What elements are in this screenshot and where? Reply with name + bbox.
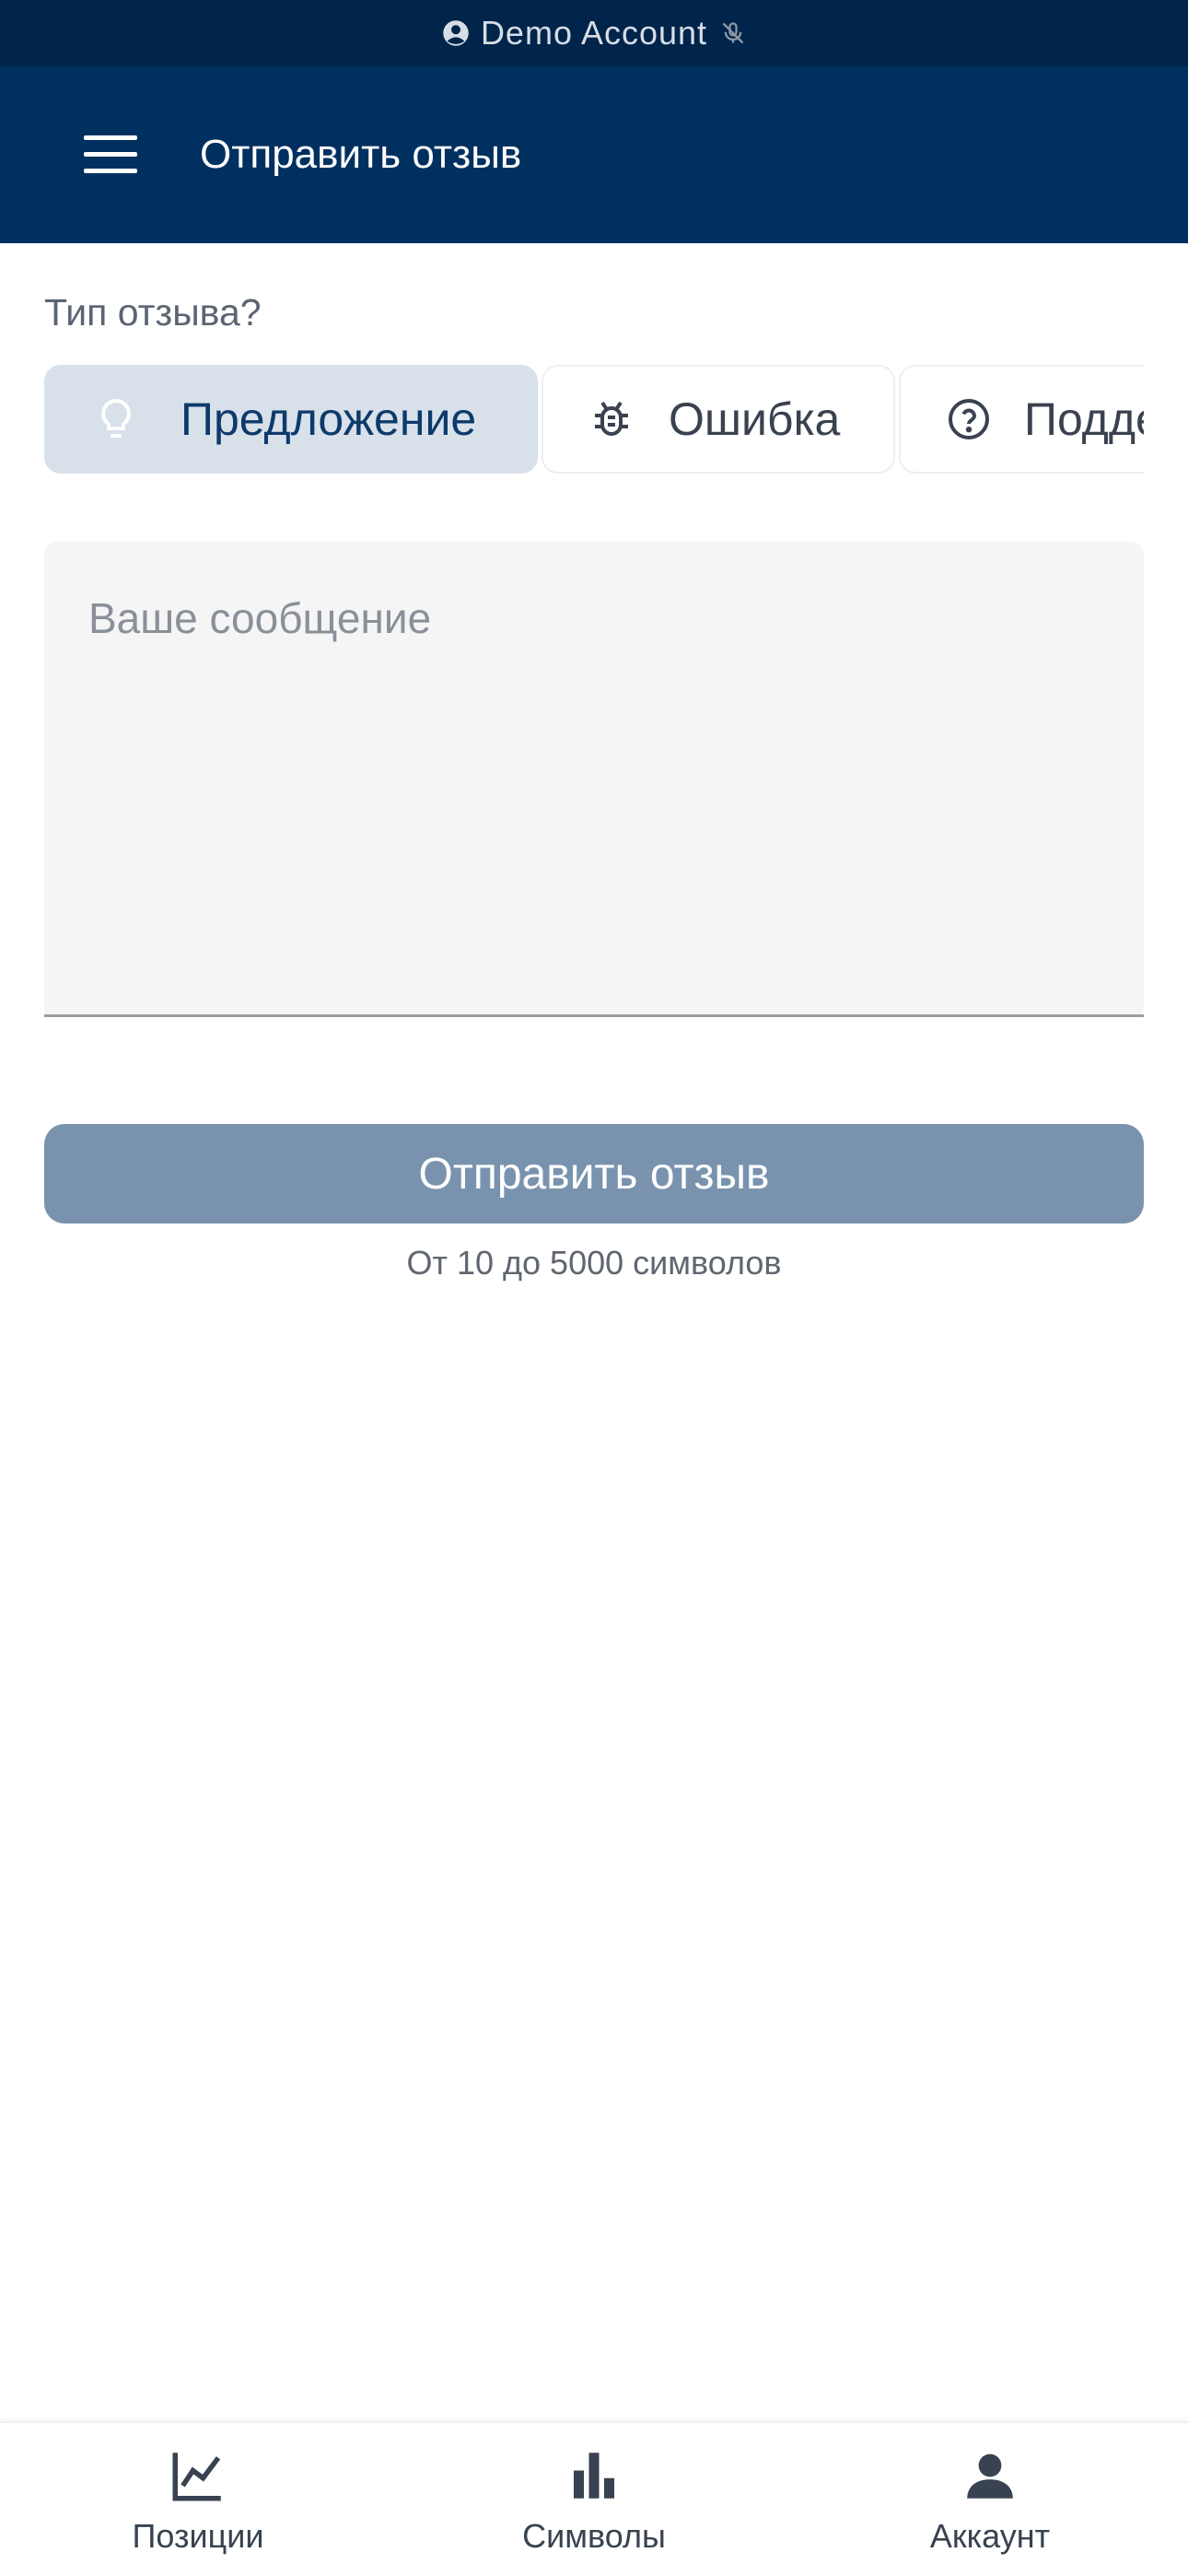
feedback-type-selector: Предложение Ошибка Подде [44, 365, 1144, 477]
menu-button[interactable] [55, 100, 166, 210]
bar-chart-icon [574, 2453, 614, 2499]
submit-feedback-button[interactable]: Отправить отзыв [44, 1124, 1144, 1224]
help-circle-icon [949, 399, 989, 439]
lightbulb-icon [101, 398, 131, 438]
submit-feedback-label: Отправить отзыв [418, 1149, 770, 1199]
person-icon [967, 2453, 1013, 2499]
chip-bug[interactable]: Ошибка [542, 365, 895, 474]
status-bar: Demo Account [0, 0, 1188, 66]
nav-label-positions: Позиции [132, 2517, 264, 2555]
chip-bug-label: Ошибка [669, 393, 841, 445]
nav-label-symbols: Символы [522, 2517, 666, 2555]
chip-suggestion[interactable]: Предложение [44, 365, 538, 474]
line-chart-icon [172, 2453, 221, 2501]
character-limit-hint: От 10 до 5000 символов [406, 1244, 782, 1282]
message-field [44, 542, 1144, 1017]
message-input[interactable] [44, 542, 1144, 1014]
mic-off-icon [722, 22, 744, 44]
nav-item-symbols[interactable]: Символы [396, 2423, 792, 2576]
account-circle-icon [443, 20, 469, 46]
app-bar: Отправить отзыв [0, 66, 1188, 243]
hamburger-menu-icon [84, 135, 137, 173]
page-title: Отправить отзыв [200, 132, 522, 177]
bottom-navigation: Позиции Символы Аккаунт [0, 2421, 1188, 2576]
nav-label-account: Аккаунт [929, 2517, 1051, 2555]
nav-item-positions[interactable]: Позиции [0, 2423, 396, 2576]
feedback-type-label: Тип отзыва? [44, 291, 262, 334]
chip-support[interactable]: Подде [899, 365, 1144, 474]
chip-support-label: Подде [1024, 393, 1144, 445]
chip-suggestion-label: Предложение [181, 393, 477, 445]
account-label: Demo Account [480, 14, 708, 52]
bug-icon [595, 401, 628, 436]
nav-item-account[interactable]: Аккаунт [792, 2423, 1188, 2576]
